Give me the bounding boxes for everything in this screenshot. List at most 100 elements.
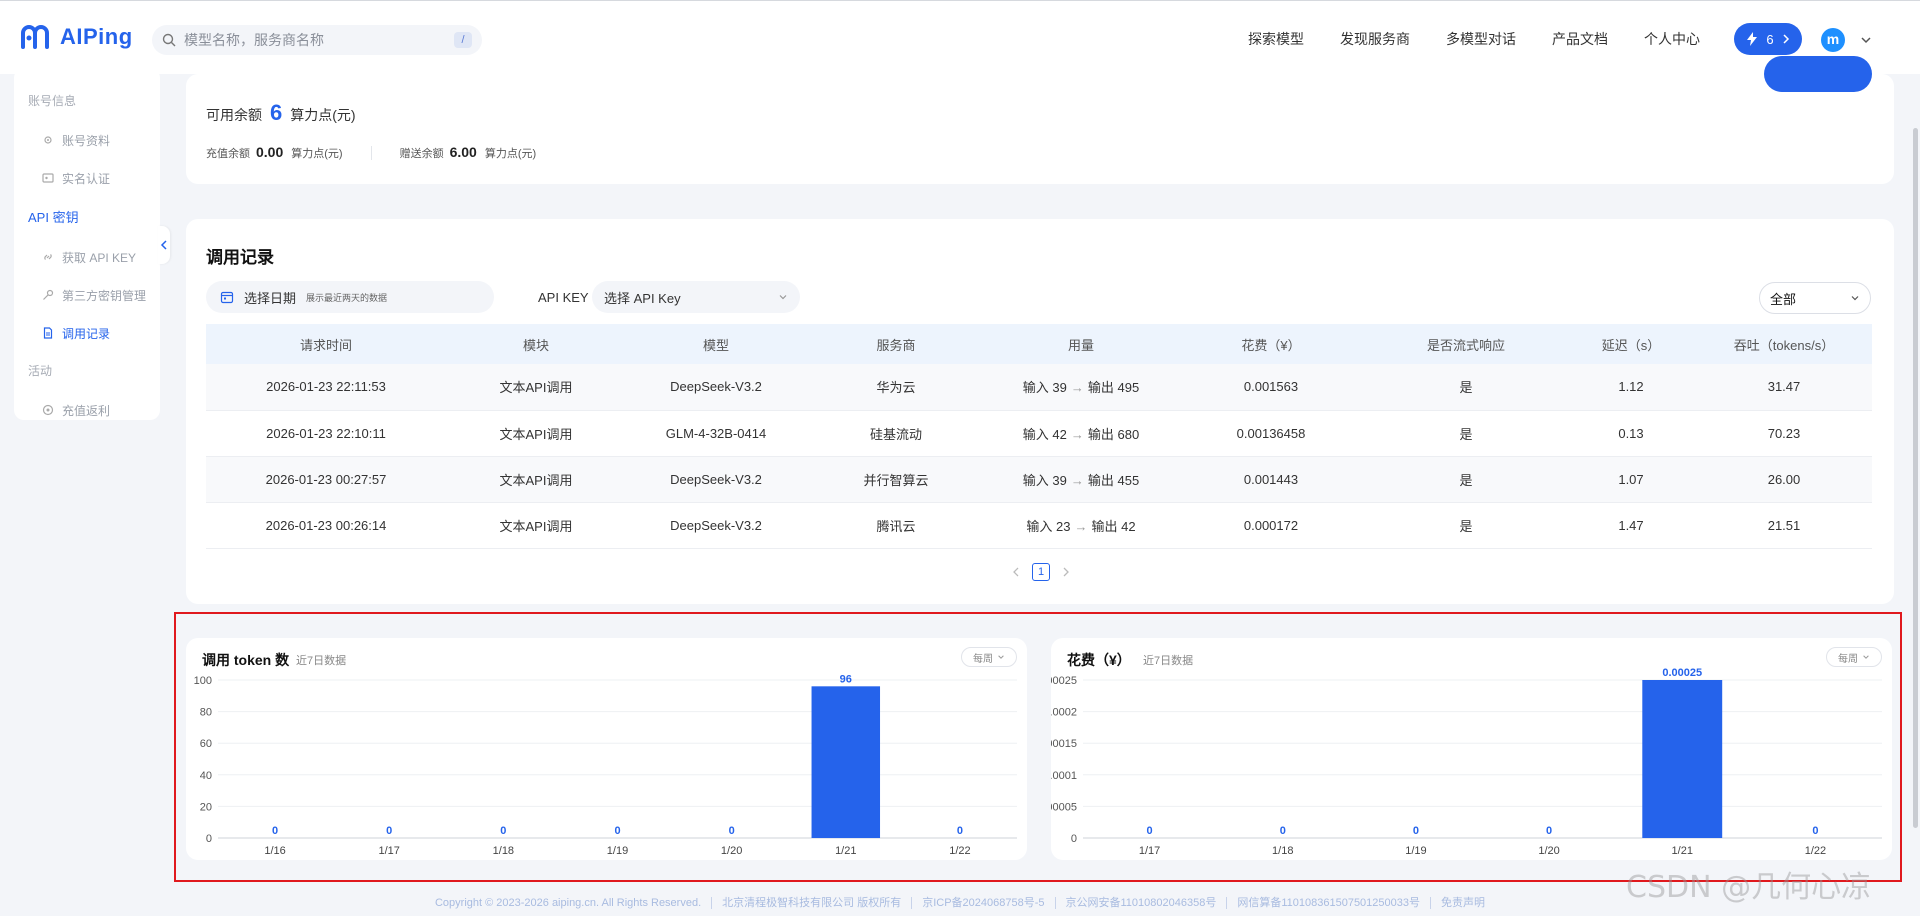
cell-stream: 是 — [1459, 518, 1473, 534]
cell-model: DeepSeek-V3.2 — [670, 517, 762, 533]
stream-filter-select[interactable]: 全部 — [1759, 282, 1871, 314]
sidebar-item-label: 第三方密钥管理 — [62, 288, 147, 303]
cell-stream: 是 — [1459, 472, 1473, 488]
sidebar-group-activity: 活动 — [28, 364, 53, 378]
sidebar-item-get-api-key[interactable]: 获取 API KEY — [14, 238, 160, 276]
chevron-left-icon[interactable] — [1012, 567, 1020, 577]
table-header-row: 请求时间 模块 模型 服务商 用量 花费（¥） 是否流式响应 延迟（s） 吞吐（… — [206, 324, 1872, 364]
footer-algorithm-record[interactable]: 网信算备110108361507501250033号 — [1226, 897, 1430, 909]
pagination: 1 — [1012, 563, 1070, 581]
chevron-down-icon[interactable] — [1860, 34, 1872, 46]
chevron-right-icon[interactable] — [1062, 567, 1070, 577]
cell-usage: 输入 23 → 输出 42 — [986, 502, 1176, 548]
account-overview-card: 可用余额 6 算力点(元) 充值余额 0.00 算力点(元) 赠送余额 6.00… — [186, 74, 1894, 184]
arrow-right-icon: → — [1070, 380, 1084, 396]
usage-output: 输出 680 — [1087, 426, 1140, 442]
id-card-icon — [42, 173, 54, 183]
link-icon — [44, 254, 52, 260]
cell-throughput: 21.51 — [1767, 517, 1801, 533]
search-bar[interactable]: / — [152, 25, 482, 55]
recharge-button[interactable] — [1764, 56, 1872, 92]
cell-latency: 0.13 — [1618, 425, 1644, 441]
sidebar-item-label: 获取 API KEY — [62, 250, 137, 265]
stream-filter-value: 全部 — [1770, 291, 1797, 307]
logo-text: AIPing — [60, 24, 133, 49]
page-number[interactable]: 1 — [1032, 563, 1050, 581]
sidebar: 账号信息 账号资料 实名认证 API 密钥 获取 API KEY 第三方密钥管理… — [14, 68, 160, 420]
usage-output: 输出 455 — [1087, 472, 1140, 488]
recharge-balance-unit: 算力点(元) — [291, 148, 343, 160]
cell-throughput: 26.00 — [1767, 471, 1801, 487]
available-balance: 可用余额 6 算力点(元) — [206, 100, 356, 126]
column-header: 吞吐（tokens/s） — [1733, 337, 1835, 353]
cell-usage: 输入 42 → 输出 680 — [986, 410, 1176, 456]
search-input[interactable] — [184, 32, 454, 48]
footer-icp[interactable]: 京ICP备2024068758号-5 — [911, 897, 1054, 909]
usage-input: 输入 23 — [1026, 518, 1071, 534]
date-picker-label: 选择日期 — [244, 290, 297, 306]
sidebar-item-label: 实名认证 — [62, 171, 111, 186]
watermark: CSDN @几何心凉 — [1626, 870, 1872, 905]
available-balance-label: 可用余额 — [206, 107, 262, 123]
key-icon — [43, 289, 54, 300]
api-key-select[interactable]: 选择 API Key — [592, 281, 800, 313]
cell-time: 2026-01-23 00:27:57 — [265, 471, 387, 487]
cell-cost: 0.00136458 — [1236, 425, 1306, 441]
recharge-balance-label: 充值余额 — [206, 148, 250, 160]
usage-output: 输出 42 — [1091, 518, 1136, 534]
cell-stream: 是 — [1459, 426, 1473, 442]
nav-docs[interactable]: 产品文档 — [1552, 29, 1608, 49]
chevron-down-icon — [779, 295, 787, 300]
column-header: 用量 — [1067, 337, 1094, 353]
settings-icon — [44, 136, 52, 144]
cell-provider: 华为云 — [876, 380, 916, 396]
arrow-right-icon: → — [1074, 518, 1088, 534]
api-key-filter-label: API KEY — [538, 290, 589, 305]
cell-usage: 输入 39 → 输出 455 — [986, 456, 1176, 502]
avatar[interactable]: m — [1821, 28, 1845, 52]
lightning-icon — [1747, 32, 1758, 46]
table-row: 2026-01-23 00:26:14 文本API调用 DeepSeek-V3.2 腾… — [206, 502, 1872, 548]
chevron-left-icon — [160, 240, 167, 250]
usage-output: 输出 495 — [1087, 380, 1140, 396]
cell-provider: 腾讯云 — [876, 518, 916, 534]
table-row: 2026-01-23 22:10:11 文本API调用 GLM-4-32B-0414… — [206, 410, 1872, 456]
divider — [370, 145, 372, 160]
nav-personal-center[interactable]: 个人中心 — [1644, 29, 1700, 49]
sidebar-collapse-toggle[interactable] — [158, 226, 170, 264]
sidebar-item-label: 调用记录 — [62, 326, 111, 341]
gift-balance-unit: 算力点(元) — [484, 148, 537, 160]
cell-module: 文本API调用 — [499, 426, 573, 442]
scrollbar-thumb[interactable] — [1913, 128, 1918, 828]
top-navbar: AIPing / 探索模型 发现服务商 多模型对话 产品文档 个人中心 6 m — [0, 0, 1920, 74]
cell-cost: 0.001443 — [1243, 471, 1299, 487]
cell-latency: 1.47 — [1618, 517, 1644, 533]
call-records-card: 调用记录 选择日期 展示最近两天的数据 API KEY 选择 API Key 全… — [186, 219, 1894, 604]
logo[interactable]: AIPing — [20, 23, 133, 51]
nav-multi-model-chat[interactable]: 多模型对话 — [1446, 29, 1516, 49]
nav-explore-models[interactable]: 探索模型 — [1248, 29, 1304, 49]
nav-discover-providers[interactable]: 发现服务商 — [1340, 29, 1410, 49]
chevron-right-icon — [1783, 34, 1789, 44]
cell-latency: 1.12 — [1618, 379, 1644, 395]
footer-disclaimer[interactable]: 免责声明 — [1430, 897, 1495, 909]
sidebar-item-third-party-keys[interactable]: 第三方密钥管理 — [14, 276, 160, 314]
credits-button[interactable]: 6 — [1734, 23, 1802, 55]
footer-police-record[interactable]: 京公网安备11010802046358号 — [1054, 897, 1227, 909]
cell-cost: 0.000172 — [1243, 517, 1299, 533]
usage-input: 输入 39 — [1022, 380, 1067, 396]
date-picker[interactable]: 选择日期 展示最近两天的数据 — [206, 281, 494, 313]
recharge-balance-value: 0.00 — [256, 144, 284, 160]
footer-copyright: Copyright © 2023-2026 aiping.cn. All Rig… — [434, 897, 702, 909]
main-nav: 探索模型 发现服务商 多模型对话 产品文档 个人中心 — [1248, 29, 1700, 49]
column-header: 模型 — [702, 337, 729, 353]
sidebar-item-profile[interactable]: 账号资料 — [14, 121, 160, 159]
coin-icon — [42, 404, 54, 416]
sidebar-item-recharge-rebate[interactable]: 充值返利 — [14, 391, 160, 429]
records-table: 请求时间 模块 模型 服务商 用量 花费（¥） 是否流式响应 延迟（s） 吞吐（… — [206, 324, 1872, 549]
sidebar-item-verification[interactable]: 实名认证 — [14, 159, 160, 197]
available-balance-value: 6 — [270, 100, 283, 125]
sidebar-item-call-records[interactable]: 调用记录 — [14, 314, 160, 352]
table-row: 2026-01-23 00:27:57 文本API调用 DeepSeek-V3.2 并… — [206, 456, 1872, 502]
cell-model: DeepSeek-V3.2 — [670, 379, 762, 395]
